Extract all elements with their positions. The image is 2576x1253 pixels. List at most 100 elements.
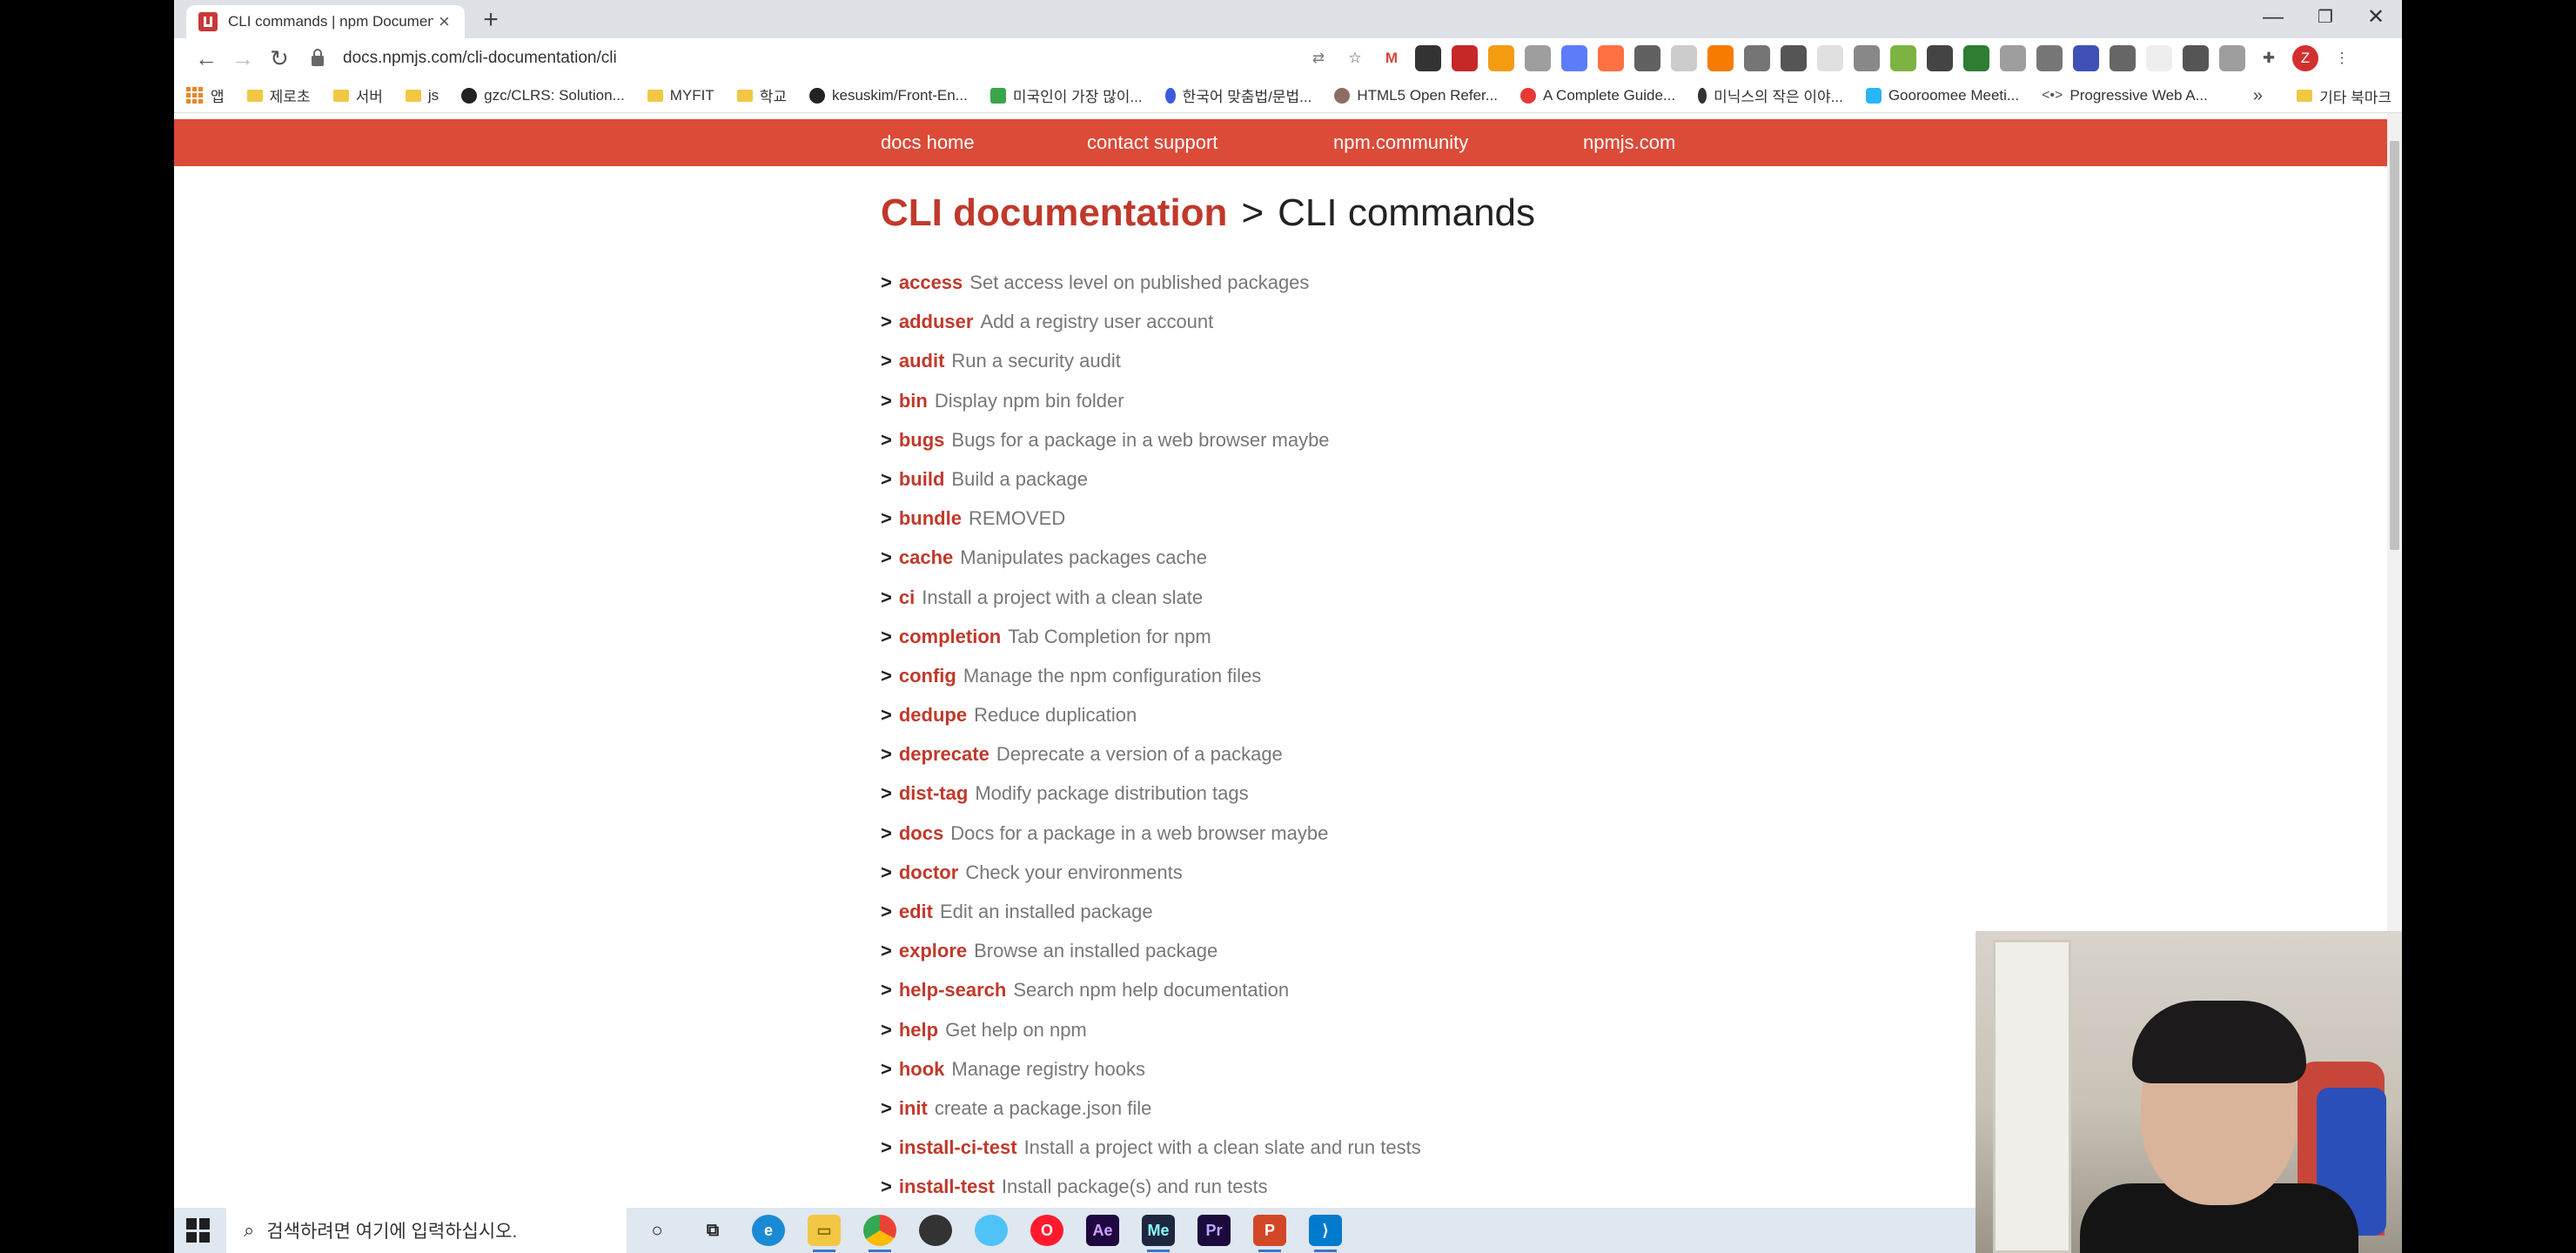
extension-icon[interactable] bbox=[2036, 45, 2063, 71]
windows-start-button[interactable] bbox=[186, 1218, 211, 1243]
tab-close-icon[interactable]: × bbox=[439, 10, 450, 33]
command-link[interactable]: edit bbox=[899, 901, 933, 922]
extension-icon[interactable] bbox=[2110, 45, 2136, 71]
command-link[interactable]: help-search bbox=[899, 979, 1007, 1001]
bookmark-folder[interactable]: 제로초 bbox=[246, 84, 311, 106]
file-explorer-icon[interactable]: ▭ bbox=[808, 1215, 841, 1252]
browser-tab[interactable]: CLI commands | npm Documen × bbox=[186, 5, 465, 38]
nav-npmjs-com[interactable]: npmjs.com bbox=[1583, 119, 1675, 166]
forward-button[interactable]: → bbox=[228, 44, 258, 73]
nav-docs-home[interactable]: docs home bbox=[881, 119, 975, 166]
nav-npm-community[interactable]: npm.community bbox=[1333, 119, 1468, 166]
extension-icon[interactable] bbox=[1671, 45, 1697, 71]
translate-icon[interactable]: ⇄ bbox=[1305, 45, 1332, 71]
camera-icon[interactable] bbox=[2219, 45, 2245, 71]
bookmark-apps[interactable]: 앱 bbox=[186, 84, 225, 106]
command-link[interactable]: init bbox=[899, 1097, 928, 1119]
extension-icon[interactable] bbox=[1634, 45, 1660, 71]
extension-icon[interactable] bbox=[2073, 45, 2099, 71]
command-link[interactable]: install-ci-test bbox=[899, 1136, 1017, 1158]
new-tab-button[interactable]: + bbox=[475, 5, 506, 37]
extension-icon[interactable] bbox=[1963, 45, 1989, 71]
bookmark-link[interactable]: 미국인이 가장 많이... bbox=[989, 84, 1143, 106]
command-link[interactable]: explore bbox=[899, 940, 967, 962]
bookmarks-overflow-button[interactable]: » bbox=[2253, 78, 2263, 113]
back-button[interactable]: ← bbox=[191, 44, 221, 73]
breadcrumb-parent-link[interactable]: CLI documentation bbox=[881, 191, 1227, 234]
command-link[interactable]: hook bbox=[899, 1058, 945, 1080]
command-link[interactable]: config bbox=[899, 665, 956, 687]
puzzle-icon[interactable]: ✚ bbox=[2256, 45, 2282, 71]
bookmark-link[interactable]: Gooroomee Meeti... bbox=[1865, 87, 2019, 104]
command-link[interactable]: bin bbox=[899, 390, 928, 412]
extension-icon[interactable] bbox=[1927, 45, 1953, 71]
bookmark-folder[interactable]: 학교 bbox=[736, 84, 787, 106]
command-link[interactable]: audit bbox=[899, 350, 945, 372]
browser-icon[interactable] bbox=[975, 1215, 1008, 1246]
command-link[interactable]: bugs bbox=[899, 429, 945, 451]
extension-icon[interactable] bbox=[1598, 45, 1624, 71]
edge-icon[interactable]: e bbox=[752, 1215, 785, 1246]
cortana-icon[interactable]: ○ bbox=[641, 1215, 674, 1246]
minimize-button[interactable]: — bbox=[2247, 0, 2299, 35]
bookmark-link[interactable]: <•> Progressive Web A... bbox=[2042, 87, 2208, 104]
command-link[interactable]: bundle bbox=[899, 507, 962, 529]
other-bookmarks[interactable]: 기타 북마크 bbox=[2297, 78, 2392, 113]
extension-icon[interactable] bbox=[1525, 45, 1551, 71]
extension-icon[interactable] bbox=[1415, 45, 1441, 71]
profile-avatar[interactable]: Z bbox=[2292, 45, 2318, 71]
extension-icon[interactable] bbox=[1781, 45, 1807, 71]
extension-icon[interactable] bbox=[1854, 45, 1880, 71]
chrome-icon[interactable] bbox=[863, 1215, 896, 1252]
bookmark-folder[interactable]: 서버 bbox=[332, 84, 383, 106]
menu-kebab-icon[interactable]: ⋮ bbox=[2329, 45, 2355, 71]
bookmark-folder[interactable]: MYFIT bbox=[647, 87, 714, 104]
bookmark-link[interactable]: kesuskim/Front-En... bbox=[808, 87, 968, 104]
reload-button[interactable]: ↻ bbox=[265, 44, 294, 73]
command-link[interactable]: dedupe bbox=[899, 704, 967, 726]
command-link[interactable]: cache bbox=[899, 546, 953, 568]
command-link[interactable]: help bbox=[899, 1019, 938, 1041]
bookmark-folder[interactable]: js bbox=[405, 87, 439, 104]
extension-icon[interactable] bbox=[2183, 45, 2209, 71]
taskbar-search-box[interactable]: ⌕ 검색하려면 여기에 입력하십시오. bbox=[226, 1208, 627, 1253]
command-link[interactable]: dist-tag bbox=[899, 782, 968, 804]
bookmark-star-icon[interactable]: ☆ bbox=[1342, 45, 1368, 71]
close-window-button[interactable]: ✕ bbox=[2350, 0, 2402, 35]
scrollbar-thumb[interactable] bbox=[2390, 141, 2399, 550]
powerpoint-icon[interactable]: P bbox=[1253, 1215, 1286, 1252]
restore-button[interactable]: ❐ bbox=[2299, 0, 2351, 35]
extension-icon[interactable] bbox=[1561, 45, 1587, 71]
extension-icon[interactable] bbox=[2000, 45, 2026, 71]
media-encoder-icon[interactable]: Me bbox=[1142, 1215, 1175, 1252]
bookmark-link[interactable]: 한국어 맞춤법/문법... bbox=[1164, 84, 1311, 106]
bookmark-link[interactable]: gzc/CLRS: Solution... bbox=[461, 87, 625, 104]
extension-icon[interactable] bbox=[1817, 45, 1843, 71]
github-desktop-icon[interactable] bbox=[919, 1215, 952, 1246]
opera-icon[interactable]: O bbox=[1030, 1215, 1063, 1246]
command-link[interactable]: adduser bbox=[899, 311, 974, 332]
after-effects-icon[interactable]: Ae bbox=[1086, 1215, 1119, 1246]
command-link[interactable]: doctor bbox=[899, 861, 958, 883]
extension-icon[interactable] bbox=[1707, 45, 1734, 71]
command-link[interactable]: build bbox=[899, 468, 945, 490]
command-link[interactable]: docs bbox=[899, 822, 943, 844]
nav-contact-support[interactable]: contact support bbox=[1087, 119, 1218, 166]
command-link[interactable]: completion bbox=[899, 626, 1001, 647]
extension-icon[interactable] bbox=[1488, 45, 1514, 71]
extension-icon[interactable] bbox=[1890, 45, 1916, 71]
extension-icon[interactable] bbox=[1744, 45, 1770, 71]
gmail-icon[interactable]: M bbox=[1379, 45, 1405, 71]
command-link[interactable]: deprecate bbox=[899, 743, 989, 765]
task-view-icon[interactable]: ⧉ bbox=[696, 1215, 729, 1246]
premiere-pro-icon[interactable]: Pr bbox=[1197, 1215, 1231, 1246]
command-link[interactable]: access bbox=[899, 271, 963, 293]
extension-icon[interactable] bbox=[1452, 45, 1478, 71]
command-link[interactable]: install-test bbox=[899, 1176, 995, 1197]
bookmark-link[interactable]: HTML5 Open Refer... bbox=[1334, 87, 1498, 104]
command-link[interactable]: ci bbox=[899, 586, 915, 608]
bookmark-link[interactable]: A Complete Guide... bbox=[1519, 87, 1675, 104]
vscode-icon[interactable]: ⟩ bbox=[1309, 1215, 1342, 1252]
bookmark-link[interactable]: 미닉스의 작은 이야... bbox=[1698, 84, 1843, 106]
extension-icon[interactable] bbox=[2146, 45, 2172, 71]
